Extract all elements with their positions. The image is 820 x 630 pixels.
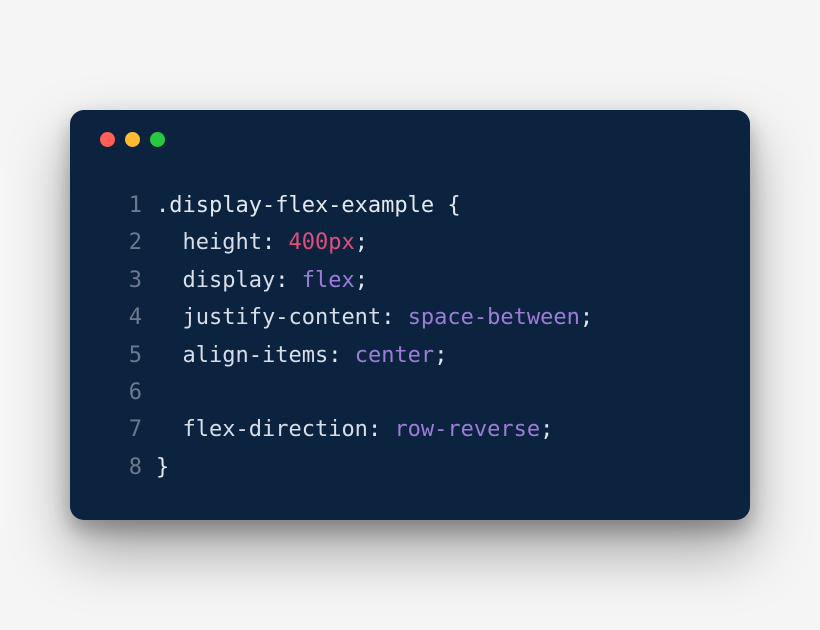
token-value: row-reverse (394, 417, 540, 442)
line-number: 3 (108, 262, 142, 299)
close-icon[interactable] (100, 132, 115, 147)
line-number: 5 (108, 337, 142, 374)
line-content: align-items: center; (156, 337, 447, 374)
token-value: space-between (408, 305, 580, 330)
line-content: .display-flex-example { (156, 187, 461, 224)
line-number: 2 (108, 224, 142, 261)
token-value: flex (302, 268, 355, 293)
line-number: 7 (108, 411, 142, 448)
token-default (156, 305, 183, 330)
token-punct: ; (540, 417, 553, 442)
token-punct: : (275, 268, 302, 293)
token-value: center (355, 343, 434, 368)
line-content: display: flex; (156, 262, 368, 299)
code-line[interactable]: 1 .display-flex-example { (108, 187, 722, 224)
code-window: 1.display-flex-example {2 height: 400px;… (70, 110, 750, 520)
code-line[interactable]: 4 justify-content: space-between; (108, 299, 722, 336)
token-selector: .display-flex-example (156, 193, 447, 218)
code-line[interactable]: 6 (108, 374, 722, 411)
line-number: 1 (108, 187, 142, 224)
line-number: 6 (108, 374, 142, 411)
line-content: height: 400px; (156, 224, 368, 261)
line-content: justify-content: space-between; (156, 299, 593, 336)
token-prop: align-items (183, 343, 329, 368)
code-line[interactable]: 3 display: flex; (108, 262, 722, 299)
token-punct: { (447, 193, 460, 218)
token-prop: display (183, 268, 276, 293)
maximize-icon[interactable] (150, 132, 165, 147)
line-content: flex-direction: row-reverse; (156, 411, 553, 448)
token-number: 400px (288, 230, 354, 255)
code-line[interactable]: 7 flex-direction: row-reverse; (108, 411, 722, 448)
code-line[interactable]: 8} (108, 449, 722, 486)
line-content: } (156, 449, 169, 486)
token-punct: : (328, 343, 355, 368)
window-controls (100, 132, 722, 147)
token-default (156, 417, 183, 442)
token-default (156, 230, 183, 255)
minimize-icon[interactable] (125, 132, 140, 147)
token-default (156, 343, 183, 368)
line-number: 4 (108, 299, 142, 336)
code-line[interactable]: 2 height: 400px; (108, 224, 722, 261)
token-punct: : (368, 417, 395, 442)
code-editor[interactable]: 1.display-flex-example {2 height: 400px;… (98, 187, 722, 486)
token-prop: justify-content (183, 305, 382, 330)
token-punct: : (262, 230, 289, 255)
code-line[interactable]: 5 align-items: center; (108, 337, 722, 374)
token-prop: flex-direction (183, 417, 368, 442)
token-default (156, 268, 183, 293)
line-number: 8 (108, 449, 142, 486)
token-punct: ; (434, 343, 447, 368)
token-punct: ; (580, 305, 593, 330)
token-punct: : (381, 305, 408, 330)
token-punct: ; (355, 268, 368, 293)
token-punct: } (156, 455, 169, 480)
token-prop: height (183, 230, 262, 255)
token-punct: ; (355, 230, 368, 255)
